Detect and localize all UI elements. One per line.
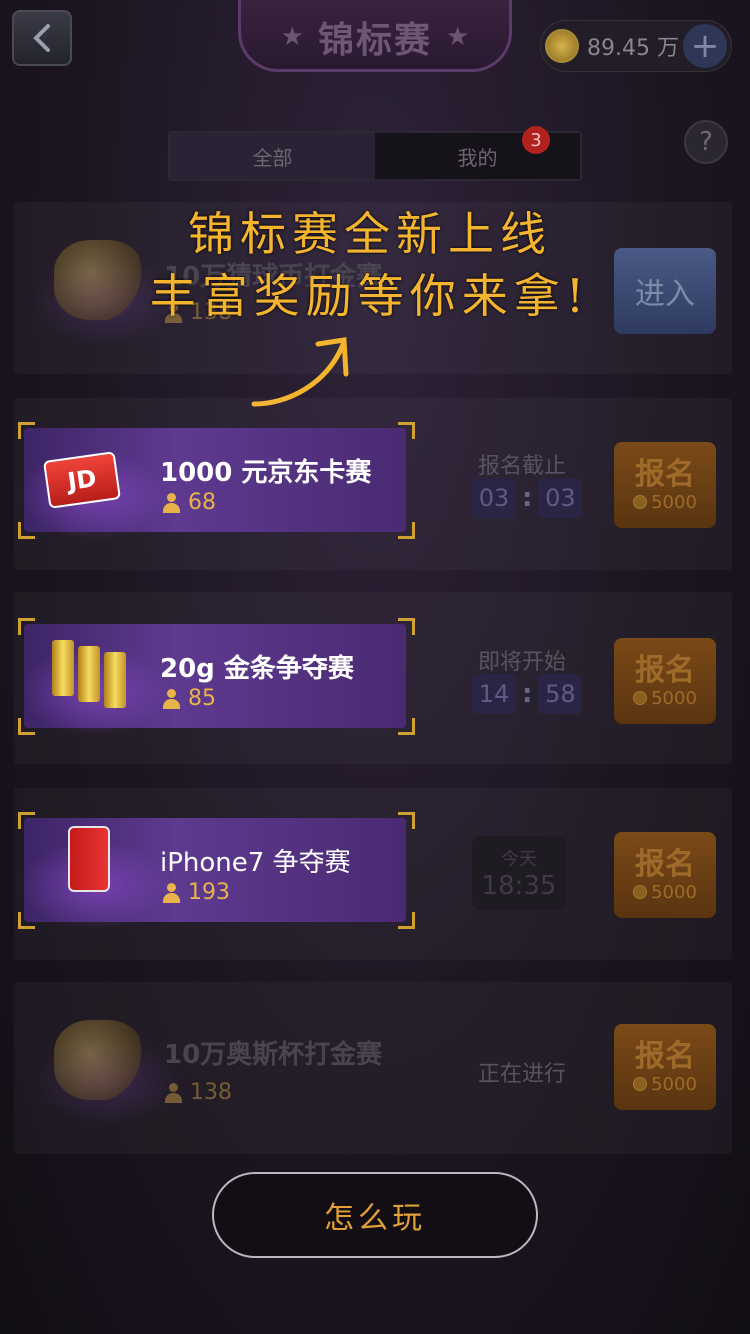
start-clock: 18:35 [481,871,557,901]
countdown: 14 : 58 [472,674,583,714]
countdown-hours: 03 [472,478,516,518]
player-count-value: 193 [188,880,230,905]
row-title: 20g 金条争夺赛 [160,654,354,684]
coin-icon [633,691,648,705]
row-title: iPhone7 争夺赛 [160,848,351,878]
signup-label: 报名 [635,846,695,882]
phone-icon [68,826,110,892]
player-count-value: 68 [188,490,216,515]
signup-label: 报名 [635,456,695,492]
player-count: 138 [164,1080,232,1105]
coin-balance: 89.45 万 + [540,20,732,72]
countdown-minutes: 58 [538,674,583,714]
countdown-hours: 14 [472,674,516,714]
signup-button[interactable]: 报名 5000 [614,832,716,918]
coin-value: 89.45 万 [587,36,679,61]
jd-card-icon: JD [43,451,121,509]
tab-all[interactable]: 全部 [170,133,375,179]
player-count-value: 138 [190,1080,232,1105]
status-label: 即将开始 [477,650,566,675]
coin-icon [633,1077,648,1091]
chevron-left-icon [33,24,50,52]
card-corner [398,912,415,929]
promo-line-2: 丰富奖励等你来拿! [149,269,591,323]
status-label: 正在进行 [477,1062,566,1087]
countdown: 03 : 03 [472,478,583,518]
player-count: 193 [162,880,230,905]
card-corner [18,422,35,439]
star-icon: ★ [446,22,470,52]
gold-bar-icon [52,640,126,708]
signup-button[interactable]: 报名 5000 [614,1024,716,1110]
tab-bar: 全部 我的 [168,131,582,181]
signup-fee: 5000 [633,492,697,513]
card-corner [398,812,415,829]
coin-icon [545,29,579,63]
fee-value: 5000 [651,881,697,903]
player-count: 85 [162,686,216,711]
fee-value: 5000 [651,491,697,513]
person-icon [162,882,180,903]
add-coins-button[interactable]: + [683,24,727,68]
page-title: 锦标赛 [317,20,432,61]
card-corner [398,618,415,635]
signup-button[interactable]: 报名 5000 [614,638,716,724]
card-corner [398,718,415,735]
signup-label: 报名 [635,1038,695,1074]
signup-fee: 5000 [633,688,697,709]
how-to-play-button[interactable]: 怎么玩 [212,1172,538,1258]
player-count-value: 85 [188,686,216,711]
card-corner [18,912,35,929]
coin-icon [633,885,648,899]
start-time: 今天 18:35 [472,836,566,910]
back-button[interactable] [12,10,72,66]
card-corner [18,522,35,539]
person-icon [162,492,180,513]
fee-value: 5000 [651,687,697,709]
card-corner [18,618,35,635]
signup-label: 报名 [635,652,695,688]
start-day: 今天 [501,849,537,870]
card-corner [398,422,415,439]
card-corner [18,718,35,735]
signup-fee: 5000 [633,1074,697,1095]
row-title: 10万奥斯杯打金赛 [164,1040,383,1070]
status-label: 报名截止 [477,454,566,479]
card-corner [398,522,415,539]
fee-value: 5000 [651,1073,697,1095]
card-corner [18,812,35,829]
person-icon [162,688,180,709]
title-plate: ★ 锦标赛 ★ [238,0,512,72]
coins-icon [54,1020,144,1100]
colon: : [522,483,533,513]
star-icon: ★ [280,22,304,52]
person-icon [164,1082,182,1103]
signup-button[interactable]: 报名 5000 [614,442,716,528]
player-count: 68 [162,490,216,515]
help-button[interactable]: ? [684,120,728,164]
row-title: 1000 元京东卡赛 [160,458,372,488]
notification-badge: 3 [522,126,550,154]
promo-line-1: 锦标赛全新上线 [188,207,552,261]
colon: : [522,679,533,709]
signup-fee: 5000 [633,882,697,903]
coin-icon [633,495,648,509]
countdown-minutes: 03 [538,478,583,518]
